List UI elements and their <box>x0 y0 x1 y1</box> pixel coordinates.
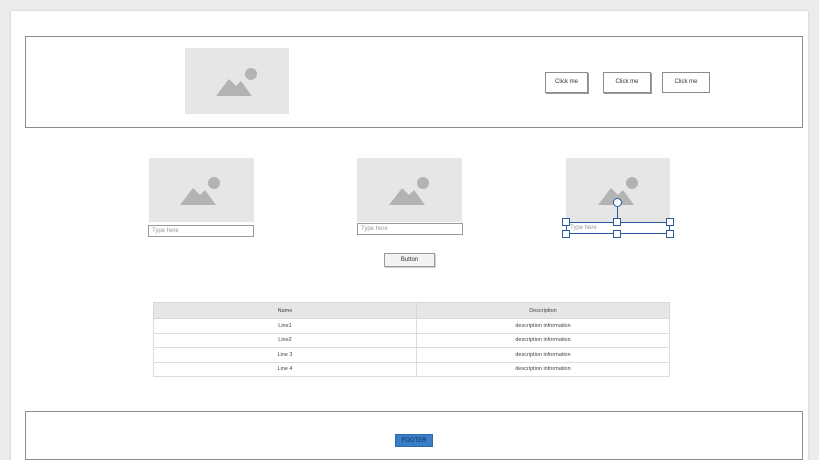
header-click-button-2[interactable]: Click me <box>603 72 651 93</box>
resize-handle-top-left[interactable] <box>562 218 570 226</box>
card-3-image-placeholder[interactable] <box>566 158 670 222</box>
image-placeholder-icon <box>216 68 257 96</box>
card-1-text-input[interactable]: Type here <box>148 225 254 237</box>
table-cell-name: Line2 <box>153 332 417 348</box>
rotation-handle[interactable] <box>613 198 622 207</box>
image-placeholder-icon <box>389 177 429 205</box>
table-cell-name: Line 4 <box>153 361 417 377</box>
column-header-description[interactable]: Description <box>416 302 670 319</box>
table-row[interactable]: Line2 description information <box>153 332 670 348</box>
card-1-image-placeholder[interactable] <box>149 158 254 222</box>
table-header-row: Name Description <box>153 302 670 319</box>
table-cell-name: Line1 <box>153 318 417 334</box>
column-header-name[interactable]: Name <box>153 302 417 319</box>
resize-handle-top-center[interactable] <box>613 218 621 226</box>
table-cell-description: description information <box>416 318 670 334</box>
footer-button[interactable]: FOOTER <box>395 434 433 447</box>
data-table: Name Description Line1 description infor… <box>153 302 670 377</box>
resize-handle-top-right[interactable] <box>666 218 674 226</box>
center-button[interactable]: Button <box>384 253 435 267</box>
image-placeholder-icon <box>598 177 638 205</box>
table-cell-description: description information <box>416 347 670 363</box>
card-2-image-placeholder[interactable] <box>357 158 462 222</box>
table-cell-name: Line 3 <box>153 347 417 363</box>
table-row[interactable]: Line1 description information <box>153 318 670 334</box>
resize-handle-bottom-center[interactable] <box>613 230 621 238</box>
header-image-placeholder[interactable] <box>185 48 289 114</box>
header-click-button-3[interactable]: Click me <box>662 72 710 93</box>
table-row[interactable]: Line 4 description information <box>153 361 670 377</box>
card-2-text-input[interactable]: Type here <box>357 223 463 235</box>
table-cell-description: description information <box>416 361 670 377</box>
resize-handle-bottom-left[interactable] <box>562 230 570 238</box>
table-row[interactable]: Line 3 description information <box>153 347 670 363</box>
table-cell-description: description information <box>416 332 670 348</box>
header-click-button-1[interactable]: Click me <box>545 72 588 93</box>
image-placeholder-icon <box>180 177 220 205</box>
resize-handle-bottom-right[interactable] <box>666 230 674 238</box>
